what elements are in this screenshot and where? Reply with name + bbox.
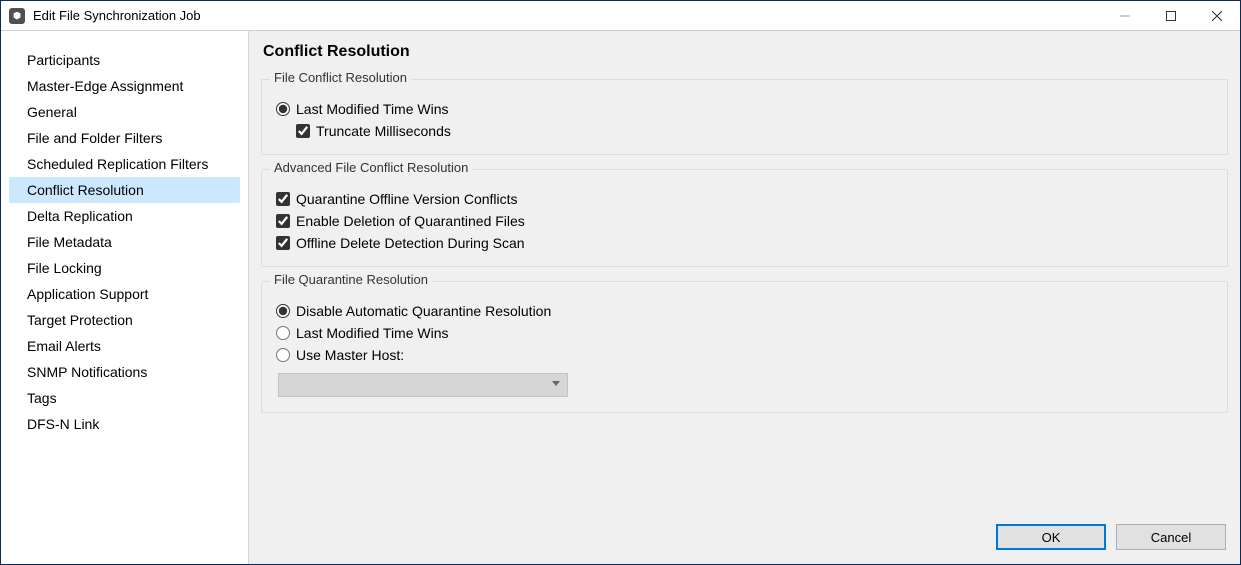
sidebar-item-snmp-notifications[interactable]: SNMP Notifications bbox=[9, 359, 240, 385]
window-title: Edit File Synchronization Job bbox=[33, 8, 201, 23]
checkbox-label: Enable Deletion of Quarantined Files bbox=[296, 213, 525, 229]
group-legend: File Quarantine Resolution bbox=[270, 272, 432, 287]
maximize-button[interactable] bbox=[1148, 1, 1194, 31]
checkbox-label: Truncate Milliseconds bbox=[316, 123, 451, 139]
sidebar: ParticipantsMaster-Edge AssignmentGenera… bbox=[1, 31, 248, 564]
checkbox-truncate-milliseconds[interactable]: Truncate Milliseconds bbox=[274, 120, 1215, 142]
group-legend: Advanced File Conflict Resolution bbox=[270, 160, 472, 175]
sidebar-item-conflict-resolution[interactable]: Conflict Resolution bbox=[9, 177, 240, 203]
sidebar-item-delta-replication[interactable]: Delta Replication bbox=[9, 203, 240, 229]
cancel-button[interactable]: Cancel bbox=[1116, 524, 1226, 550]
sidebar-item-tags[interactable]: Tags bbox=[9, 385, 240, 411]
checkbox-enable-deletion-quarantined[interactable]: Enable Deletion of Quarantined Files bbox=[274, 210, 1215, 232]
main-panel: Conflict Resolution File Conflict Resolu… bbox=[248, 31, 1240, 564]
sidebar-item-master-edge-assignment[interactable]: Master-Edge Assignment bbox=[9, 73, 240, 99]
sidebar-item-participants[interactable]: Participants bbox=[9, 47, 240, 73]
checkbox-label: Offline Delete Detection During Scan bbox=[296, 235, 525, 251]
radio-label: Last Modified Time Wins bbox=[296, 325, 449, 341]
radio-label: Last Modified Time Wins bbox=[296, 101, 449, 117]
checkbox-quarantine-offline-conflicts[interactable]: Quarantine Offline Version Conflicts bbox=[274, 188, 1215, 210]
sidebar-item-file-locking[interactable]: File Locking bbox=[9, 255, 240, 281]
minimize-button[interactable] bbox=[1102, 1, 1148, 31]
sidebar-item-application-support[interactable]: Application Support bbox=[9, 281, 240, 307]
dialog-footer: OK Cancel bbox=[996, 524, 1226, 550]
app-icon bbox=[9, 8, 25, 24]
radio-quarantine-last-modified-wins[interactable]: Last Modified Time Wins bbox=[274, 322, 1215, 344]
sidebar-item-general[interactable]: General bbox=[9, 99, 240, 125]
checkbox-offline-delete-detection[interactable]: Offline Delete Detection During Scan bbox=[274, 232, 1215, 254]
sidebar-item-dfs-n-link[interactable]: DFS-N Link bbox=[9, 411, 240, 437]
checkbox-label: Quarantine Offline Version Conflicts bbox=[296, 191, 518, 207]
master-host-select bbox=[278, 373, 568, 397]
radio-label: Disable Automatic Quarantine Resolution bbox=[296, 303, 551, 319]
group-legend: File Conflict Resolution bbox=[270, 70, 411, 85]
group-advanced-file-conflict-resolution: Advanced File Conflict Resolution Quaran… bbox=[261, 169, 1228, 267]
sidebar-item-file-metadata[interactable]: File Metadata bbox=[9, 229, 240, 255]
radio-last-modified-wins[interactable]: Last Modified Time Wins bbox=[274, 98, 1215, 120]
sidebar-item-target-protection[interactable]: Target Protection bbox=[9, 307, 240, 333]
radio-use-master-host[interactable]: Use Master Host: bbox=[274, 344, 1215, 366]
titlebar: Edit File Synchronization Job bbox=[1, 1, 1240, 31]
ok-button[interactable]: OK bbox=[996, 524, 1106, 550]
sidebar-item-email-alerts[interactable]: Email Alerts bbox=[9, 333, 240, 359]
close-button[interactable] bbox=[1194, 1, 1240, 31]
group-file-quarantine-resolution: File Quarantine Resolution Disable Autom… bbox=[261, 281, 1228, 413]
group-file-conflict-resolution: File Conflict Resolution Last Modified T… bbox=[261, 79, 1228, 155]
radio-label: Use Master Host: bbox=[296, 347, 404, 363]
page-title: Conflict Resolution bbox=[261, 43, 1228, 69]
radio-disable-auto-quarantine-resolution[interactable]: Disable Automatic Quarantine Resolution bbox=[274, 300, 1215, 322]
sidebar-item-scheduled-replication-filters[interactable]: Scheduled Replication Filters bbox=[9, 151, 240, 177]
sidebar-item-file-and-folder-filters[interactable]: File and Folder Filters bbox=[9, 125, 240, 151]
